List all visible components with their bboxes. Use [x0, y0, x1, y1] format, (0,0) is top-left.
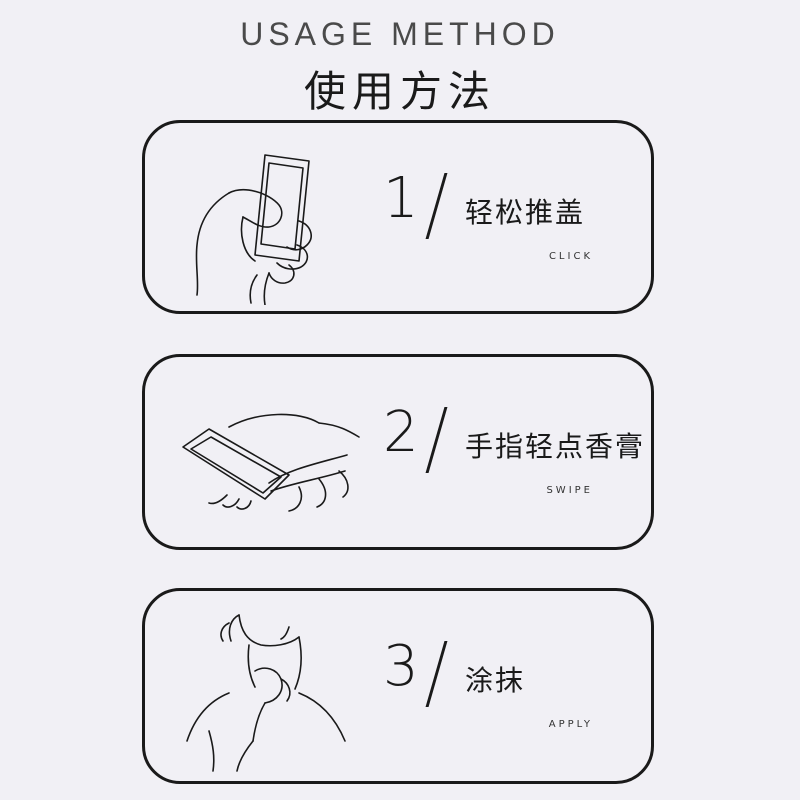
- step-label-english: APPLY: [548, 719, 593, 730]
- step-label-chinese: 涂抹: [465, 664, 526, 697]
- step-label-chinese: 轻松推盖: [465, 196, 586, 229]
- step-card-3: 3 涂抹 APPLY: [142, 588, 654, 784]
- step-label-english: CLICK: [548, 251, 593, 262]
- finger-dab-balm-icon: [169, 367, 369, 539]
- slash-divider: [425, 173, 448, 239]
- hand-push-cap-icon: [169, 133, 369, 306]
- step-card-2: 2 手指轻点香膏 SWIPE: [142, 354, 654, 550]
- title-english: USAGE METHOD: [240, 16, 560, 52]
- step-card-1: 1 轻松推盖 CLICK: [142, 120, 654, 314]
- title-chinese: 使用方法: [303, 67, 496, 116]
- step-number: 1: [383, 166, 419, 231]
- slash-divider: [425, 641, 448, 707]
- step-number: 3: [383, 634, 419, 699]
- slash-divider: [425, 407, 448, 473]
- apply-to-neck-icon: [169, 601, 369, 773]
- step-label-english: SWIPE: [546, 485, 593, 496]
- step-label-chinese: 手指轻点香膏: [465, 430, 646, 463]
- step-number: 2: [383, 400, 419, 465]
